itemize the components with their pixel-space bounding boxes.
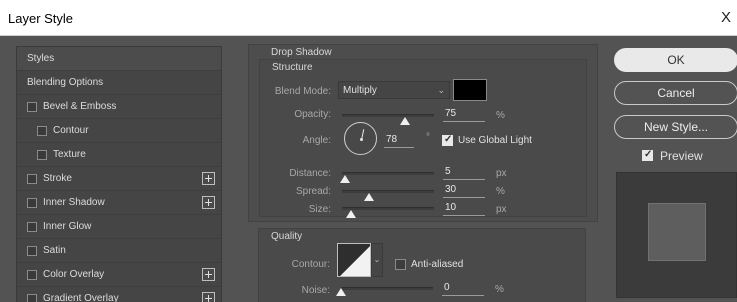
add-inner-shadow-plus-icon[interactable] xyxy=(202,196,215,209)
angle-unit: ° xyxy=(426,132,430,143)
bevel-emboss-checkbox[interactable] xyxy=(27,102,37,112)
style-preview xyxy=(616,172,737,298)
distance-input[interactable]: 5 xyxy=(443,166,485,180)
contour-dropdown[interactable]: ⌄ xyxy=(371,243,383,277)
distance-unit: px xyxy=(496,168,507,179)
angle-input[interactable]: 78 xyxy=(384,134,414,148)
use-global-light-label: Use Global Light xyxy=(458,135,532,146)
styles-item-label: Bevel & Emboss xyxy=(43,101,117,112)
section-title: Drop Shadow xyxy=(271,47,332,58)
chevron-down-icon: ⌄ xyxy=(373,255,381,264)
noise-slider-track[interactable] xyxy=(341,287,433,290)
satin-checkbox[interactable] xyxy=(27,246,37,256)
chevron-down-icon: ⌄ xyxy=(437,85,445,95)
preview-swatch xyxy=(648,203,706,261)
cancel-button[interactable]: Cancel xyxy=(614,81,737,105)
noise-input[interactable]: 0 xyxy=(442,282,484,296)
spread-input[interactable]: 30 xyxy=(443,184,485,198)
noise-slider-thumb[interactable] xyxy=(336,288,346,296)
styles-header-label: Styles xyxy=(27,53,55,64)
styles-item-label: Contour xyxy=(53,125,89,136)
preview-label: Preview xyxy=(660,149,703,163)
gradient-overlay-checkbox[interactable] xyxy=(27,294,37,302)
quality-title: Quality xyxy=(271,231,303,242)
styles-item-satin[interactable]: Satin xyxy=(17,239,221,263)
spread-unit: % xyxy=(496,186,505,197)
inner-shadow-checkbox[interactable] xyxy=(27,198,37,208)
styles-item-label: Blending Options xyxy=(27,77,104,88)
opacity-input[interactable]: 75 xyxy=(443,108,485,122)
angle-dial-center xyxy=(360,138,363,141)
size-label: Size: xyxy=(308,204,331,215)
drop-shadow-panel: Drop Shadow Structure Blend Mode: Multip… xyxy=(248,44,598,222)
ok-button[interactable]: OK xyxy=(614,48,737,72)
styles-item-gradient-overlay[interactable]: Gradient Overlay xyxy=(17,287,221,302)
styles-item-label: Stroke xyxy=(43,173,72,184)
blend-mode-select[interactable]: Multiply ⌄ xyxy=(338,81,450,99)
styles-item-inner-glow[interactable]: Inner Glow xyxy=(17,215,221,239)
opacity-label: Opacity: xyxy=(294,109,331,120)
styles-item-label: Texture xyxy=(53,149,86,160)
stroke-checkbox[interactable] xyxy=(27,174,37,184)
styles-item-label: Inner Glow xyxy=(43,221,92,232)
styles-item-contour[interactable]: Contour xyxy=(17,119,221,143)
styles-item-label: Color Overlay xyxy=(43,269,105,280)
distance-slider-thumb[interactable] xyxy=(340,175,350,183)
styles-item-color-overlay[interactable]: Color Overlay xyxy=(17,263,221,287)
add-stroke-plus-icon[interactable] xyxy=(202,172,215,185)
contour-label: Contour: xyxy=(291,259,330,270)
noise-label: Noise: xyxy=(301,285,330,296)
styles-item-inner-shadow[interactable]: Inner Shadow xyxy=(17,191,221,215)
add-gradient-overlay-plus-icon[interactable] xyxy=(202,292,215,302)
blend-mode-label: Blend Mode: xyxy=(274,86,331,97)
contour-curve-icon xyxy=(338,244,370,276)
close-icon[interactable]: X xyxy=(721,9,731,26)
anti-aliased-checkbox[interactable] xyxy=(395,259,406,270)
size-slider-thumb[interactable] xyxy=(346,210,356,218)
window-title: Layer Style xyxy=(8,11,74,26)
layer-style-dialog: Styles Blending Options Bevel & Emboss C… xyxy=(0,36,737,302)
structure-title: Structure xyxy=(272,62,313,73)
shadow-color-swatch[interactable] xyxy=(453,79,487,101)
angle-label: Angle: xyxy=(302,135,331,146)
texture-checkbox[interactable] xyxy=(37,150,47,160)
opacity-slider-track[interactable] xyxy=(342,114,434,117)
styles-item-label: Gradient Overlay xyxy=(43,293,119,302)
spread-label: Spread: xyxy=(295,186,331,197)
styles-header[interactable]: Styles xyxy=(17,47,221,71)
styles-item-label: Satin xyxy=(43,245,66,256)
styles-list: Styles Blending Options Bevel & Emboss C… xyxy=(16,46,222,302)
angle-dial[interactable] xyxy=(344,122,377,155)
preview-checkbox[interactable] xyxy=(642,149,653,161)
noise-unit: % xyxy=(495,284,504,295)
spread-slider-track[interactable] xyxy=(342,190,434,193)
styles-item-label: Inner Shadow xyxy=(43,197,105,208)
contour-preview[interactable] xyxy=(337,243,371,277)
color-overlay-checkbox[interactable] xyxy=(27,270,37,280)
quality-group: Quality Contour: ⌄ Anti-aliased Noise: 0… xyxy=(258,228,586,302)
blend-mode-value: Multiply xyxy=(343,85,377,96)
contour-checkbox[interactable] xyxy=(37,126,47,136)
anti-aliased-label: Anti-aliased xyxy=(411,259,464,270)
styles-item-stroke[interactable]: Stroke xyxy=(17,167,221,191)
use-global-light-checkbox[interactable] xyxy=(442,134,453,146)
styles-item-texture[interactable]: Texture xyxy=(17,143,221,167)
distance-label: Distance: xyxy=(289,168,331,179)
new-style-button[interactable]: New Style... xyxy=(614,115,737,139)
size-input[interactable]: 10 xyxy=(443,202,485,216)
add-color-overlay-plus-icon[interactable] xyxy=(202,268,215,281)
distance-slider-track[interactable] xyxy=(342,172,434,175)
opacity-unit: % xyxy=(496,110,505,121)
styles-item-bevel-emboss[interactable]: Bevel & Emboss xyxy=(17,95,221,119)
title-bar: Layer Style X xyxy=(0,0,737,36)
size-unit: px xyxy=(496,204,507,215)
styles-item-blending-options[interactable]: Blending Options xyxy=(17,71,221,95)
opacity-slider-thumb[interactable] xyxy=(400,117,410,125)
spread-slider-thumb[interactable] xyxy=(364,193,374,201)
inner-glow-checkbox[interactable] xyxy=(27,222,37,232)
structure-group: Structure Blend Mode: Multiply ⌄ Opacity… xyxy=(259,59,587,218)
